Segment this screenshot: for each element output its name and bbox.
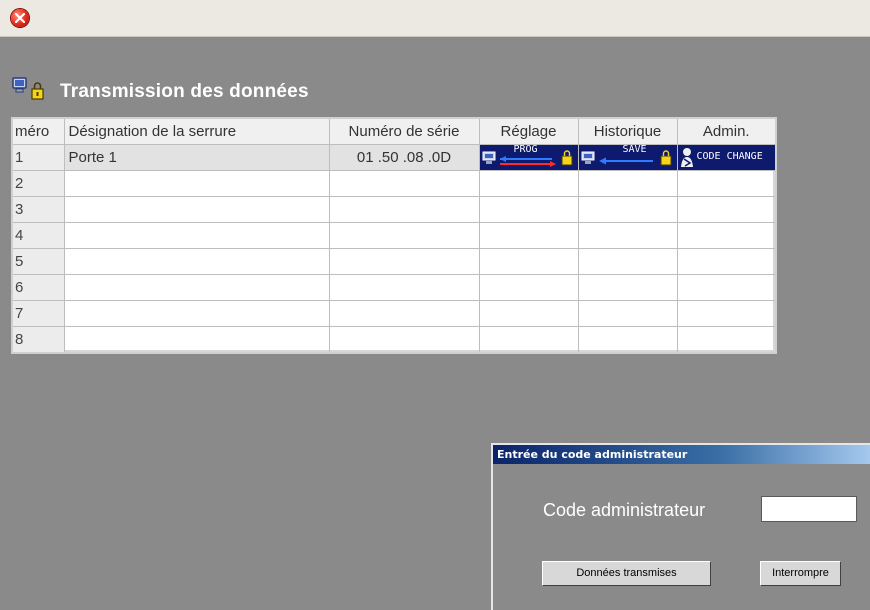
designation-cell[interactable] xyxy=(63,274,330,301)
row-number: 6 xyxy=(11,274,65,301)
designation-cell[interactable] xyxy=(63,196,330,223)
table-row[interactable]: 3 xyxy=(11,196,777,223)
serial-cell[interactable] xyxy=(328,170,480,197)
designation-cell[interactable] xyxy=(63,222,330,249)
column-header-historique[interactable]: Historique xyxy=(577,117,678,145)
serial-cell[interactable] xyxy=(328,196,480,223)
admin-cell[interactable] xyxy=(676,248,777,275)
column-header-designation[interactable]: Désignation de la serrure xyxy=(63,117,330,145)
admin-cell[interactable] xyxy=(676,196,777,223)
send-data-button[interactable]: Données transmises xyxy=(542,561,711,586)
admin-cell[interactable] xyxy=(676,170,777,197)
historique-cell[interactable] xyxy=(577,222,678,249)
admin-code-dialog: Entrée du code administrateur Code admin… xyxy=(491,443,870,610)
admin-cell[interactable] xyxy=(676,274,777,301)
lock-table: méro Désignation de la serrure Numéro de… xyxy=(11,117,777,354)
close-icon[interactable] xyxy=(11,9,29,27)
row-number: 2 xyxy=(11,170,65,197)
table-row[interactable]: 8 xyxy=(11,326,777,354)
reglage-cell[interactable] xyxy=(478,248,579,275)
row-number: 3 xyxy=(11,196,65,223)
computer-lock-icon xyxy=(12,77,44,100)
admin-code-input[interactable] xyxy=(761,496,857,522)
top-toolbar xyxy=(0,0,870,37)
reglage-button[interactable]: PROG xyxy=(478,144,579,171)
table-row[interactable]: 6 xyxy=(11,274,777,301)
serial-cell[interactable] xyxy=(328,222,480,249)
row-number: 5 xyxy=(11,248,65,275)
column-header-admin[interactable]: Admin. xyxy=(676,117,777,145)
interrupt-button[interactable]: Interrompre xyxy=(760,561,841,586)
table-row[interactable]: 4 xyxy=(11,222,777,249)
page-title: Transmission des données xyxy=(60,81,309,102)
designation-cell[interactable] xyxy=(63,326,330,354)
row-number: 8 xyxy=(11,326,65,354)
designation-cell[interactable] xyxy=(63,300,330,327)
table-row[interactable]: 1 Porte 1 01 .50 .08 .0D PROG SAVE CODE … xyxy=(11,144,777,171)
historique-cell[interactable] xyxy=(577,170,678,197)
historique-button[interactable]: SAVE xyxy=(577,144,678,171)
serial-cell[interactable]: 01 .50 .08 .0D xyxy=(328,144,480,171)
admin-button[interactable]: CODE CHANGE xyxy=(676,144,777,171)
admin-cell[interactable] xyxy=(676,222,777,249)
admin-cell[interactable] xyxy=(676,326,777,354)
table-header-row: méro Désignation de la serrure Numéro de… xyxy=(11,117,777,145)
table-row[interactable]: 2 xyxy=(11,170,777,197)
historique-cell[interactable] xyxy=(577,248,678,275)
reglage-cell[interactable] xyxy=(478,170,579,197)
reglage-cell[interactable] xyxy=(478,222,579,249)
reglage-cell[interactable] xyxy=(478,274,579,301)
column-header-numero[interactable]: méro xyxy=(11,117,65,145)
dialog-title: Entrée du code administrateur xyxy=(493,445,870,464)
historique-cell[interactable] xyxy=(577,274,678,301)
table-row[interactable]: 7 xyxy=(11,300,777,327)
designation-cell[interactable] xyxy=(63,248,330,275)
serial-cell[interactable] xyxy=(328,274,480,301)
code-change-icon xyxy=(680,148,693,167)
serial-cell[interactable] xyxy=(328,300,480,327)
historique-cell[interactable] xyxy=(577,300,678,327)
column-header-reglage[interactable]: Réglage xyxy=(478,117,579,145)
reglage-label: PROG xyxy=(513,145,538,156)
reglage-cell[interactable] xyxy=(478,196,579,223)
reglage-cell[interactable] xyxy=(478,326,579,354)
designation-cell[interactable] xyxy=(63,170,330,197)
serial-cell[interactable] xyxy=(328,326,480,354)
row-number: 1 xyxy=(11,144,65,171)
admin-code-label: Code administrateur xyxy=(543,500,706,520)
serial-cell[interactable] xyxy=(328,248,480,275)
row-number: 7 xyxy=(11,300,65,327)
admin-label: CODE CHANGE xyxy=(696,151,763,162)
historique-cell[interactable] xyxy=(577,196,678,223)
historique-label: SAVE xyxy=(622,145,647,156)
historique-cell[interactable] xyxy=(577,326,678,354)
table-row[interactable]: 5 xyxy=(11,248,777,275)
column-header-serial[interactable]: Numéro de série xyxy=(328,117,480,145)
designation-cell[interactable]: Porte 1 xyxy=(63,144,330,171)
row-number: 4 xyxy=(11,222,65,249)
reglage-cell[interactable] xyxy=(478,300,579,327)
admin-cell[interactable] xyxy=(676,300,777,327)
